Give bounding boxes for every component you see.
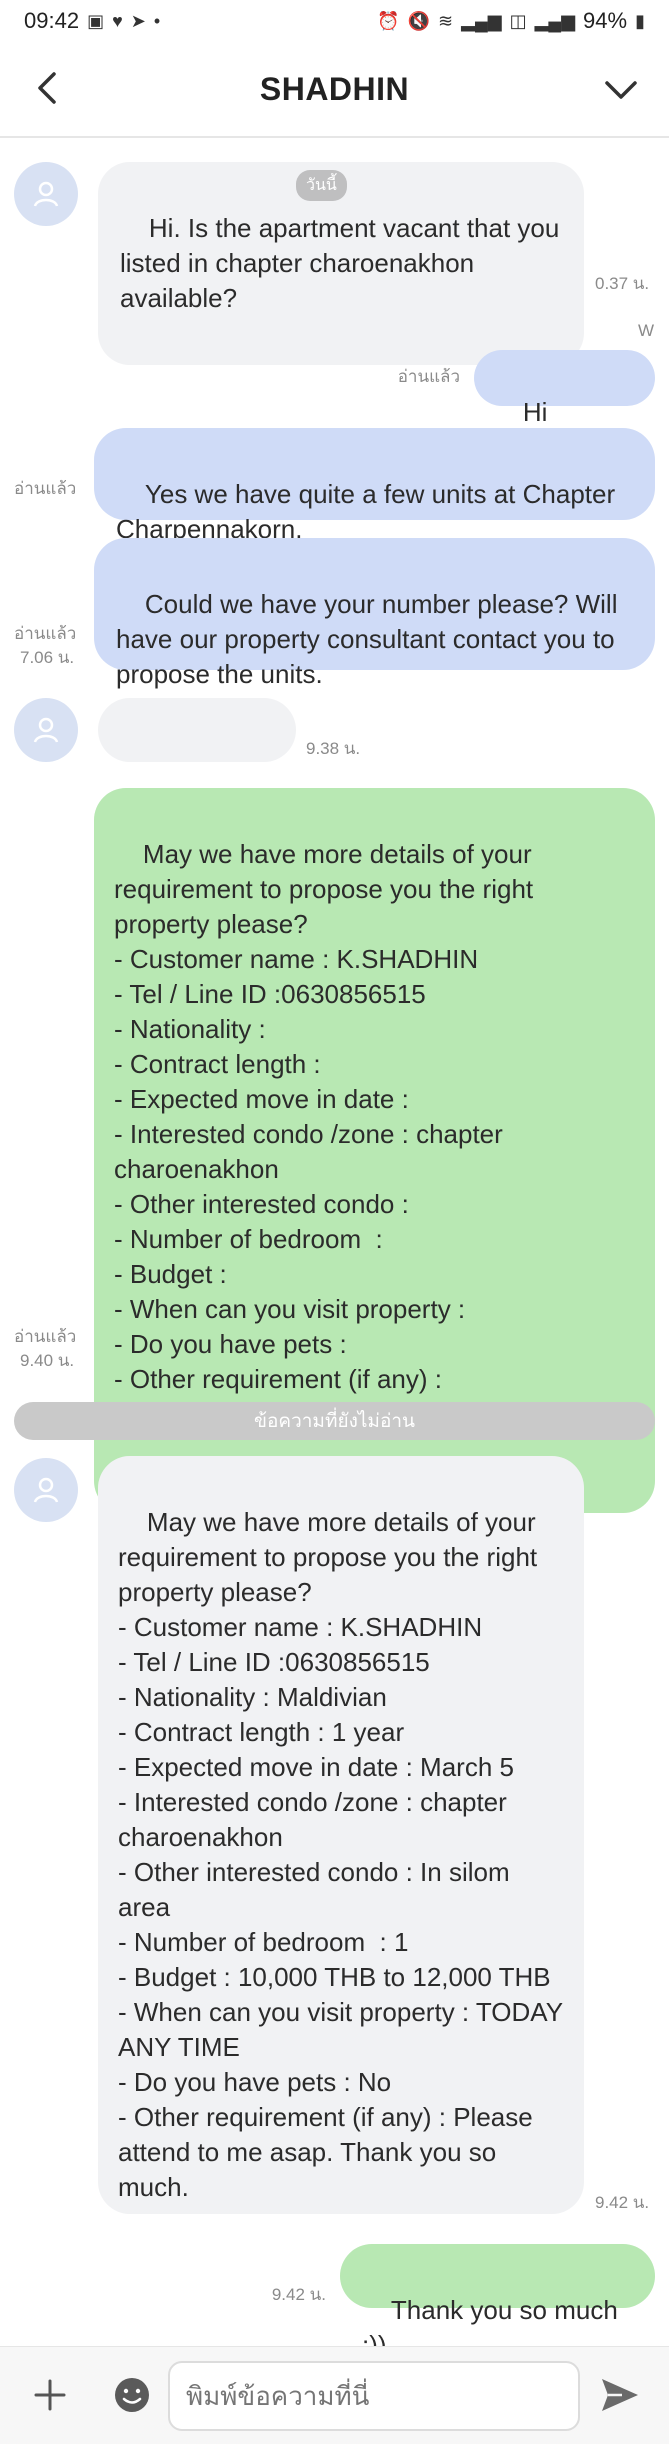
plus-icon[interactable] — [30, 2375, 70, 2415]
alarm-icon: ⏰ — [377, 10, 400, 31]
status-bar: 09:42 ▣ ♥ ➤ • ⏰ 🔇 ≋ ▂▄▆ ◫ ▂▄▆ 94% ▮ — [0, 0, 669, 42]
volte-icon: ◫ — [509, 10, 527, 31]
message-text: Hi. Is the apartment vacant that you lis… — [120, 213, 567, 313]
message-text: Could we have your number please? Will h… — [116, 589, 625, 689]
message-time: 9.42 น. — [595, 2193, 650, 2212]
message-text: Yes we have quite a few units at Chapter… — [116, 479, 623, 544]
battery-icon: ▮ — [635, 10, 645, 31]
send-icon[interactable] — [598, 2375, 642, 2415]
person-icon — [33, 1477, 59, 1503]
message-bubble-outgoing[interactable]: Could we have your number please? Will h… — [94, 538, 655, 689]
message-bubble-outgoing[interactable]: Yes we have quite a few units at Chapter… — [94, 428, 655, 544]
read-status: อ่านแล้ว — [14, 624, 77, 643]
chat-header: SHADHIN — [0, 42, 669, 138]
read-status: อ่านแล้ว — [14, 479, 77, 498]
signal-icon-2: ▂▄▆ — [534, 10, 576, 31]
avatar[interactable] — [14, 162, 78, 226]
chevron-down-icon[interactable] — [601, 70, 641, 110]
message-text: May we have more details of your require… — [114, 839, 534, 1394]
message-text: Thank you so much :)) — [362, 2295, 626, 2346]
wifi-icon: ≋ — [438, 10, 454, 31]
message-bubble-outgoing[interactable]: Thank you so much :)) — [340, 2244, 655, 2346]
gallery-icon: ▣ — [87, 10, 105, 31]
date-pill: วันนี้ — [296, 170, 347, 201]
battery-percent: 94% — [583, 8, 628, 33]
emoji-icon[interactable] — [112, 2375, 152, 2415]
message-bubble-incoming[interactable]: May we have more details of your require… — [98, 1456, 584, 2214]
avatar[interactable] — [14, 1458, 78, 1522]
status-right: ⏰ 🔇 ≋ ▂▄▆ ◫ ▂▄▆ 94% ▮ — [377, 8, 645, 34]
heart-icon: ♥ — [112, 10, 123, 31]
dot-icon: • — [153, 10, 161, 31]
avatar[interactable] — [14, 698, 78, 762]
read-status: อ่านแล้ว — [397, 367, 460, 386]
message-time: 0.37 น. — [595, 274, 650, 293]
message-bubble-incoming[interactable]: 0630856515 — [98, 698, 296, 814]
sender-mark: W — [637, 321, 654, 340]
message-input[interactable] — [168, 2361, 580, 2431]
composer-bar — [0, 2346, 669, 2444]
back-arrow-icon[interactable] — [28, 68, 68, 108]
message-time: 9.40 น. — [20, 1351, 75, 1370]
status-left: 09:42 ▣ ♥ ➤ • — [24, 8, 160, 34]
unread-divider: ข้อความที่ยังไม่อ่าน — [14, 1402, 655, 1440]
mute-icon: 🔇 — [407, 10, 431, 31]
message-time: 9.38 น. — [306, 739, 361, 758]
message-time: 7.06 น. — [20, 648, 75, 667]
chat-area[interactable]: Hi. Is the apartment vacant that you lis… — [0, 138, 669, 2346]
chat-title: SHADHIN — [259, 70, 410, 107]
message-bubble-outgoing[interactable]: Hi Shadhin, — [474, 350, 655, 462]
send-arrow-icon: ➤ — [130, 10, 146, 31]
signal-icon: ▂▄▆ — [461, 10, 502, 31]
person-icon — [33, 717, 59, 743]
message-text: May we have more details of your require… — [118, 1507, 563, 2202]
message-time: 9.42 น. — [271, 2285, 326, 2304]
status-time: 09:42 — [24, 8, 80, 33]
read-status: อ่านแล้ว — [14, 1327, 77, 1346]
person-icon — [33, 181, 59, 207]
